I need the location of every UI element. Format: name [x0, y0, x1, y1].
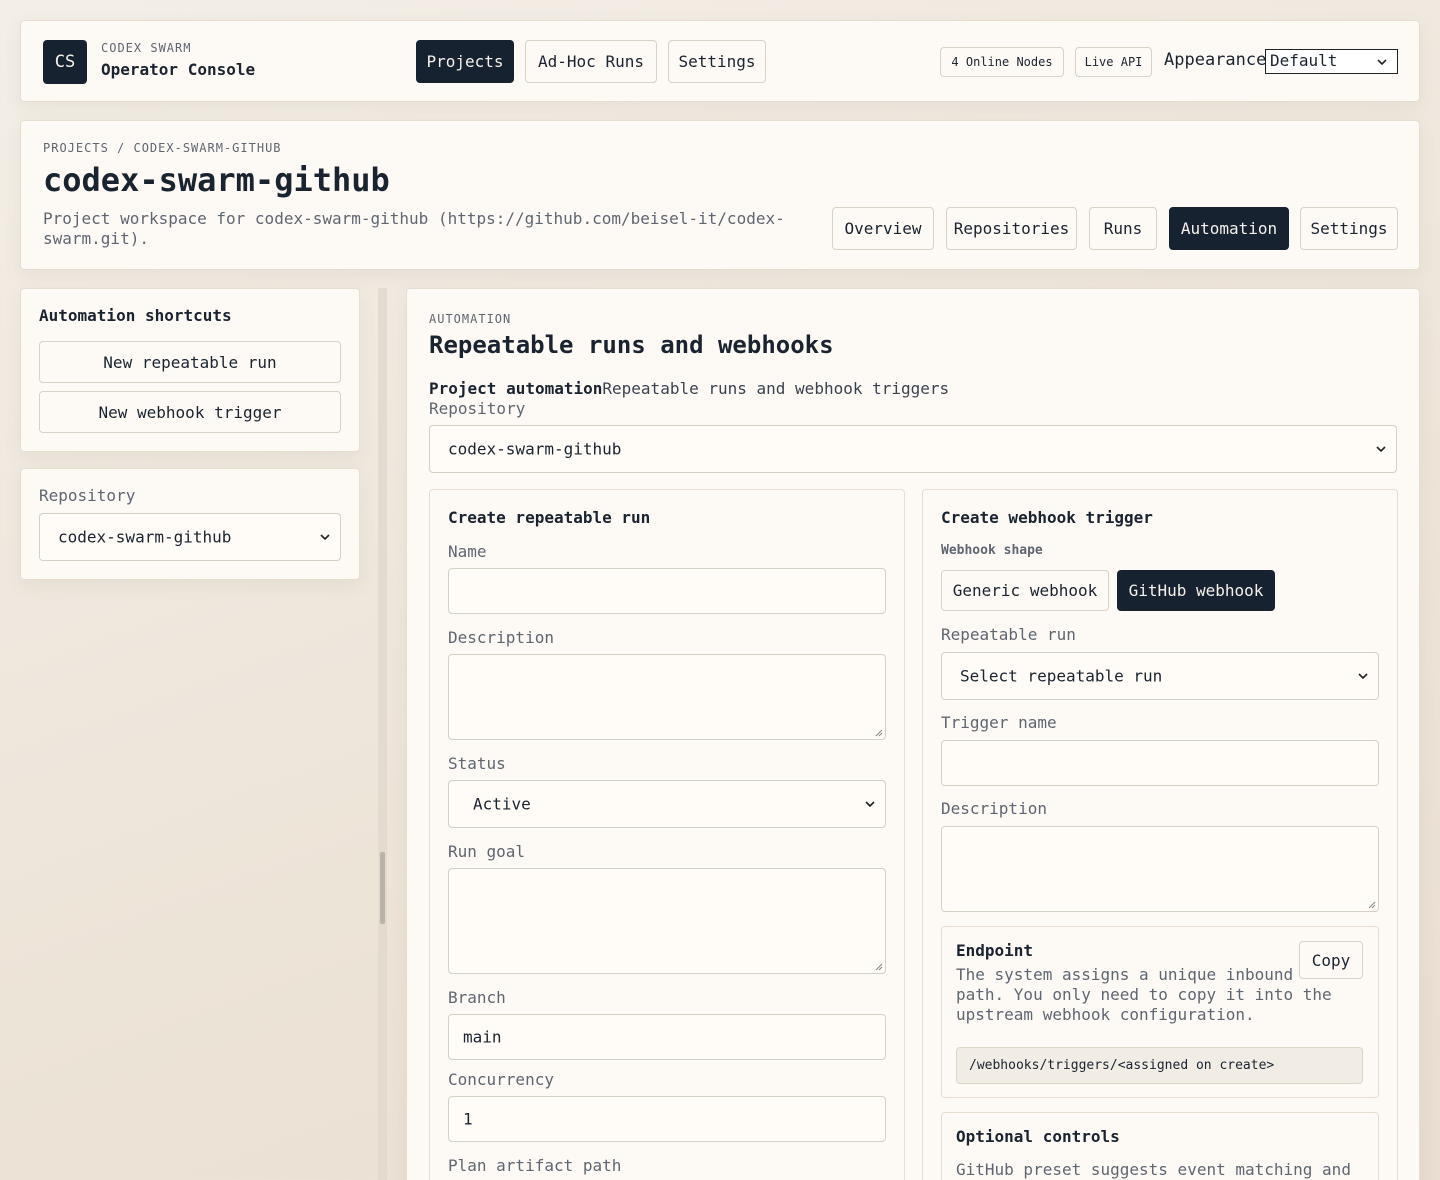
appearance-select[interactable]: Default	[1265, 49, 1398, 74]
sidebar-repository-panel: Repository codex-swarm-github	[20, 468, 360, 580]
trigger-name-label: Trigger name	[941, 713, 1057, 732]
top-header: CS CODEX SWARM Operator Console Projects…	[20, 20, 1420, 102]
brand-title: Operator Console	[101, 60, 256, 79]
sidebar-repository-select[interactable]: codex-swarm-github	[39, 513, 341, 561]
tab-runs[interactable]: Runs	[1089, 207, 1157, 250]
resize-handle-icon[interactable]	[875, 729, 883, 737]
webhook-form-title: Create webhook trigger	[941, 508, 1153, 527]
branch-input-value: main	[463, 1027, 502, 1047]
new-webhook-trigger-button[interactable]: New webhook trigger	[39, 391, 341, 433]
summary-bold: Project automation	[429, 379, 603, 398]
concurrency-input[interactable]: 1	[448, 1096, 886, 1142]
automation-main-panel: AUTOMATION Repeatable runs and webhooks …	[406, 288, 1420, 1180]
create-repeatable-run-form: Create repeatable run Name Description S…	[429, 489, 905, 1180]
description-line-1: Project workspace for codex-swarm-github…	[43, 209, 785, 228]
run-goal-label: Run goal	[448, 842, 526, 861]
repeatable-run-label: Repeatable run	[941, 625, 1076, 644]
chevron-down-icon	[1358, 673, 1368, 680]
name-input[interactable]	[448, 568, 886, 614]
endpoint-path: /webhooks/triggers/<assigned on create>	[956, 1047, 1363, 1084]
chevron-down-icon	[865, 801, 875, 808]
main-repository-label: Repository	[429, 399, 526, 418]
trigger-name-input[interactable]	[941, 740, 1379, 786]
status-select[interactable]: Active	[448, 780, 886, 828]
endpoint-help-line-2: path. You only need to copy it into the	[956, 985, 1332, 1004]
copy-endpoint-button[interactable]: Copy	[1299, 941, 1363, 979]
tab-automation[interactable]: Automation	[1169, 207, 1289, 250]
sidebar-repository-label: Repository	[39, 486, 136, 505]
appearance-select-value: Default	[1270, 51, 1338, 70]
chevron-down-icon	[320, 534, 330, 541]
github-webhook-button[interactable]: GitHub webhook	[1117, 570, 1275, 611]
automation-summary: Project automationRepeatable runs and we…	[429, 379, 949, 398]
webhook-description-textarea[interactable]	[941, 826, 1379, 912]
chevron-down-icon	[1376, 446, 1386, 453]
create-webhook-trigger-form: Create webhook trigger Webhook shape Gen…	[922, 489, 1398, 1180]
status-select-value: Active	[473, 794, 531, 814]
tab-repositories[interactable]: Repositories	[946, 207, 1077, 250]
page-title: codex-swarm-github	[43, 161, 390, 199]
chevron-down-icon	[1377, 58, 1387, 65]
optional-controls-text: GitHub preset suggests event matching an…	[956, 1160, 1351, 1179]
concurrency-label: Concurrency	[448, 1070, 554, 1089]
optional-controls-title: Optional controls	[956, 1127, 1120, 1146]
description-textarea[interactable]	[448, 654, 886, 740]
brand-logo: CS	[43, 40, 87, 84]
branch-label: Branch	[448, 988, 506, 1007]
nav-adhoc-runs[interactable]: Ad-Hoc Runs	[525, 40, 657, 83]
sidebar-scrollbar[interactable]	[378, 288, 387, 1180]
tab-settings[interactable]: Settings	[1300, 207, 1398, 250]
main-repository-value: codex-swarm-github	[448, 439, 622, 459]
repeatable-run-select-value: Select repeatable run	[960, 666, 1163, 686]
plan-artifact-label: Plan artifact path	[448, 1156, 622, 1175]
sidebar-scrollbar-thumb[interactable]	[380, 852, 385, 924]
nav-settings[interactable]: Settings	[668, 40, 766, 83]
description-line-2: swarm.git).	[43, 229, 149, 248]
shortcuts-title: Automation shortcuts	[39, 306, 232, 325]
resize-handle-icon[interactable]	[875, 963, 883, 971]
description-label: Description	[448, 628, 554, 647]
project-description: Project workspace for codex-swarm-github…	[43, 209, 785, 249]
repeatable-form-title: Create repeatable run	[448, 508, 651, 527]
project-header: PROJECTS / CODEX-SWARM-GITHUB codex-swar…	[20, 120, 1420, 270]
brand-eyebrow: CODEX SWARM	[101, 41, 192, 55]
webhook-description-label: Description	[941, 799, 1047, 818]
status-label: Status	[448, 754, 506, 773]
automation-shortcuts-panel: Automation shortcuts New repeatable run …	[20, 288, 360, 452]
tab-overview[interactable]: Overview	[832, 207, 934, 250]
webhook-shape-label: Webhook shape	[941, 543, 1043, 558]
section-title: Repeatable runs and webhooks	[429, 331, 834, 359]
main-repository-select[interactable]: codex-swarm-github	[429, 425, 1397, 473]
resize-handle-icon[interactable]	[1368, 901, 1376, 909]
sidebar-repository-value: codex-swarm-github	[58, 527, 232, 547]
endpoint-help-line-3: upstream webhook configuration.	[956, 1005, 1255, 1024]
endpoint-help-line-1: The system assigns a unique inbound	[956, 965, 1294, 984]
branch-input[interactable]: main	[448, 1014, 886, 1060]
run-goal-textarea[interactable]	[448, 868, 886, 974]
endpoint-box: Endpoint The system assigns a unique inb…	[941, 926, 1379, 1098]
repeatable-run-select[interactable]: Select repeatable run	[941, 652, 1379, 700]
summary-text: Repeatable runs and webhook triggers	[602, 379, 950, 398]
new-repeatable-run-button[interactable]: New repeatable run	[39, 341, 341, 383]
breadcrumb[interactable]: PROJECTS / CODEX-SWARM-GITHUB	[43, 141, 282, 155]
live-api-badge: Live API	[1075, 47, 1152, 77]
nav-projects[interactable]: Projects	[416, 40, 514, 83]
concurrency-input-value: 1	[463, 1109, 473, 1129]
appearance-label: Appearance	[1164, 50, 1267, 70]
section-eyebrow: AUTOMATION	[429, 312, 512, 326]
online-nodes-badge: 4 Online Nodes	[940, 47, 1064, 77]
endpoint-title: Endpoint	[956, 941, 1034, 960]
name-label: Name	[448, 542, 487, 561]
endpoint-help: The system assigns a unique inbound path…	[956, 965, 1332, 1025]
generic-webhook-button[interactable]: Generic webhook	[941, 570, 1109, 611]
optional-controls-box: Optional controls GitHub preset suggests…	[941, 1112, 1379, 1180]
